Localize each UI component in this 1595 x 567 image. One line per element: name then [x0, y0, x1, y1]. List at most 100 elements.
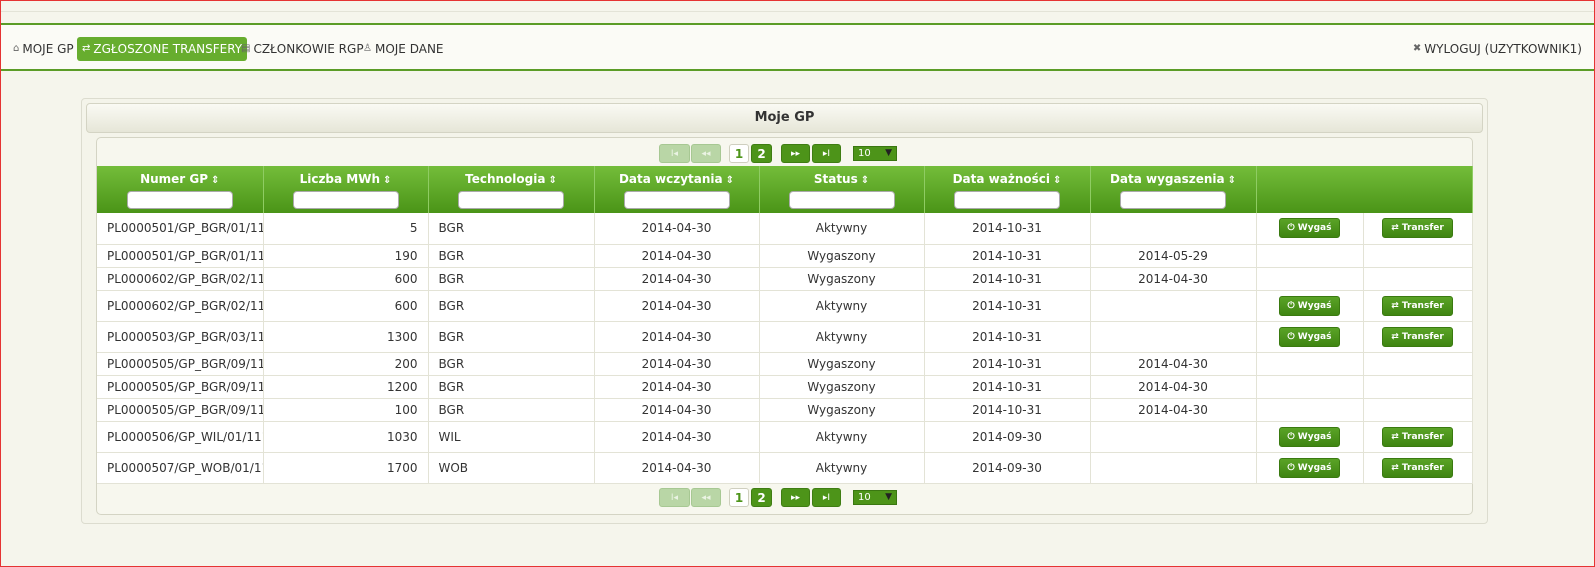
transfer-button-label: Transfer — [1401, 331, 1444, 342]
column-header-data-wygaszenia[interactable]: Data wygaszenia ⇕ — [1090, 166, 1257, 213]
transfer-button[interactable]: ⇄ Transfer — [1382, 457, 1453, 478]
cell-expire-action — [1256, 375, 1364, 399]
transfer-button[interactable]: ⇄ Transfer — [1382, 295, 1453, 316]
cell-transfer-action — [1363, 375, 1473, 399]
transfer-button-label: Transfer — [1401, 300, 1444, 311]
pager-page-1[interactable]: 1 — [729, 488, 749, 507]
table-row: PL0000506/GP_WIL/01/11111/1030WIL2014-04… — [97, 421, 1473, 453]
pager-prev-button[interactable]: ◂◂ — [691, 488, 721, 507]
transfer-button[interactable]: ⇄ Transfer — [1382, 218, 1453, 239]
cell-expire-action: ⏻ Wygaś — [1256, 213, 1364, 245]
rows-per-page-select[interactable]: 10 ▼ — [853, 490, 897, 505]
filter-technologia-input[interactable] — [458, 191, 564, 209]
column-header-label: Status — [813, 172, 858, 186]
transfer-button-label: Transfer — [1401, 462, 1444, 473]
nav-item-czlonkowie-rgp[interactable]: ▤ CZŁONKOWIE RGP — [237, 37, 368, 61]
cell-status: Wygaszony — [759, 352, 925, 376]
filter-numer-gp-input[interactable] — [126, 191, 233, 209]
cell-numer-gp: PL0000505/GP_BGR/09/11111/ — [97, 352, 264, 376]
column-header-data-wczytania[interactable]: Data wczytania ⇕ — [594, 166, 760, 213]
pager-prev-button[interactable]: ◂◂ — [691, 144, 721, 163]
cell-liczba-mwh: 1300 — [263, 321, 429, 353]
pager-first-button[interactable]: I◂ — [659, 488, 690, 507]
filter-data-wygaszenia-input[interactable] — [1120, 191, 1226, 209]
cell-technologia: BGR — [428, 244, 595, 268]
cell-expire-action — [1256, 267, 1364, 291]
column-header-label: Data ważności — [952, 172, 1050, 186]
column-header-label: Data wczytania — [618, 172, 723, 186]
pager-last-button[interactable]: ▸I — [812, 144, 841, 163]
transfer-arrows-icon: ⇄ — [1391, 431, 1402, 442]
power-icon: ⏻ — [1287, 431, 1298, 442]
cell-data-wczytania: 2014-04-30 — [594, 267, 760, 291]
cell-data-wygaszenia — [1090, 421, 1257, 453]
pager-next-button[interactable]: ▸▸ — [781, 144, 810, 163]
transfer-button[interactable]: ⇄ Transfer — [1382, 426, 1453, 447]
top-strip — [1, 1, 1594, 24]
cell-transfer-action: ⇄ Transfer — [1363, 213, 1473, 245]
expire-button[interactable]: ⏻ Wygaś — [1278, 295, 1341, 316]
filter-status-input[interactable] — [788, 191, 895, 209]
expire-button[interactable]: ⏻ Wygaś — [1278, 457, 1341, 478]
rows-per-page-select[interactable]: 10 ▼ — [853, 146, 897, 161]
filter-data-wczytania-input[interactable] — [623, 191, 730, 209]
cell-technologia: BGR — [428, 290, 595, 322]
cell-liczba-mwh: 600 — [263, 290, 429, 322]
table-row: PL0000602/GP_BGR/02/11111/600BGR2014-04-… — [97, 267, 1473, 291]
nav-item-moje-dane[interactable]: ♙ MOJE DANE — [359, 37, 448, 61]
cell-technologia: BGR — [428, 398, 595, 422]
pager-page-2[interactable]: 2 — [751, 144, 772, 163]
sort-icon: ⇕ — [383, 175, 392, 186]
expire-button[interactable]: ⏻ Wygaś — [1278, 426, 1341, 447]
pager-page-2[interactable]: 2 — [751, 488, 772, 507]
pager-last-button[interactable]: ▸I — [812, 488, 841, 507]
expire-button-label: Wygaś — [1297, 331, 1332, 342]
expire-button[interactable]: ⏻ Wygaś — [1278, 326, 1341, 347]
cell-technologia: BGR — [428, 375, 595, 399]
cell-numer-gp: PL0000501/GP_BGR/01/11111/ — [97, 213, 264, 245]
cell-data-waznosci: 2014-10-31 — [924, 244, 1091, 268]
column-header-liczba-mwh[interactable]: Liczba MWh ⇕ — [263, 166, 429, 213]
transfer-arrows-icon: ⇄ — [1391, 223, 1402, 234]
nav-item-moje-gp[interactable]: ⌂ MOJE GP — [9, 37, 78, 61]
column-header-numer-gp[interactable]: Numer GP ⇕ — [97, 166, 264, 213]
cell-expire-action: ⏻ Wygaś — [1256, 321, 1364, 353]
cell-liczba-mwh: 100 — [263, 398, 429, 422]
cell-transfer-action: ⇄ Transfer — [1363, 321, 1473, 353]
cell-data-wczytania: 2014-04-30 — [594, 452, 760, 484]
cell-technologia: BGR — [428, 213, 595, 245]
cell-transfer-action: ⇄ Transfer — [1363, 452, 1473, 484]
transfer-arrows-icon: ⇄ — [1391, 300, 1402, 311]
filter-data-waznosci-input[interactable] — [954, 191, 1060, 209]
cell-liczba-mwh: 600 — [263, 267, 429, 291]
logout-link[interactable]: ✖ WYLOGUJ (UZYTKOWNIK1) — [1409, 37, 1586, 61]
cell-numer-gp: PL0000505/GP_BGR/09/11111/ — [97, 375, 264, 399]
filter-liczba-mwh-input[interactable] — [292, 191, 399, 209]
cell-numer-gp: PL0000506/GP_WIL/01/11111/ — [97, 421, 264, 453]
column-header-technologia[interactable]: Technologia ⇕ — [428, 166, 595, 213]
cell-data-waznosci: 2014-10-31 — [924, 398, 1091, 422]
pager-first-button[interactable]: I◂ — [659, 144, 690, 163]
certificates-table: Numer GP ⇕ Liczba MWh ⇕ Technologia ⇕ Data … — [97, 166, 1473, 484]
column-header-status[interactable]: Status ⇕ — [759, 166, 925, 213]
cell-data-waznosci: 2014-10-31 — [924, 375, 1091, 399]
cell-data-wygaszenia: 2014-04-30 — [1090, 352, 1257, 376]
expire-button[interactable]: ⏻ Wygaś — [1278, 218, 1341, 239]
cell-numer-gp: PL0000602/GP_BGR/02/11111/ — [97, 267, 264, 291]
cell-expire-action: ⏻ Wygaś — [1256, 290, 1364, 322]
cell-data-wygaszenia — [1090, 321, 1257, 353]
nav-item-zgloszone-transfery[interactable]: ⇄ ZGŁOSZONE TRANSFERY — [77, 37, 248, 61]
column-header-data-waznosci[interactable]: Data ważności ⇕ — [924, 166, 1091, 213]
transfer-button-label: Transfer — [1401, 431, 1444, 442]
table-row: PL0000505/GP_BGR/09/11111/200BGR2014-04-… — [97, 352, 1473, 376]
transfer-button[interactable]: ⇄ Transfer — [1382, 326, 1453, 347]
cell-transfer-action — [1363, 352, 1473, 376]
cell-transfer-action: ⇄ Transfer — [1363, 421, 1473, 453]
user-icon: ♙ — [363, 43, 372, 54]
cell-liczba-mwh: 5 — [263, 213, 429, 245]
cell-data-wczytania: 2014-04-30 — [594, 398, 760, 422]
pager-next-button[interactable]: ▸▸ — [781, 488, 810, 507]
transfer-arrows-icon: ⇄ — [1391, 462, 1402, 473]
pager-page-1[interactable]: 1 — [729, 144, 749, 163]
power-icon: ⏻ — [1287, 462, 1298, 473]
